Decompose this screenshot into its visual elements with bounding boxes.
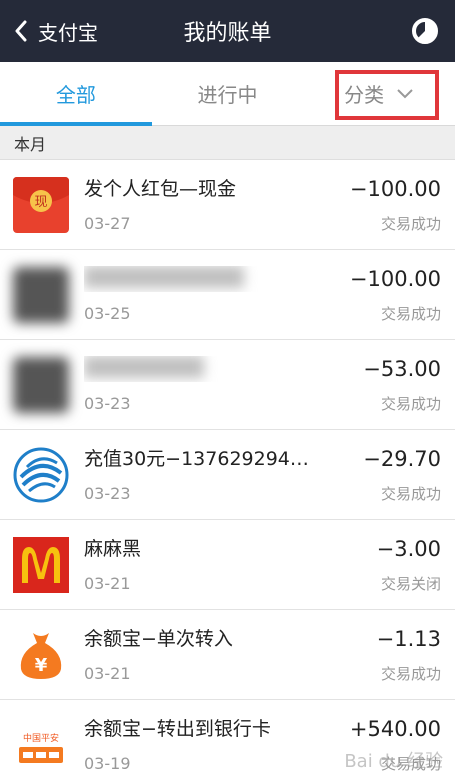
transaction-status: 交易关闭 [380, 575, 441, 593]
transaction-row[interactable]: 中国平安 余额宝−转出到银行卡 03-19 +540.00 交易成功 [0, 700, 455, 781]
bank-logo-text: 中国平安 [23, 732, 59, 744]
transaction-name: 余额宝−转出到银行卡 [84, 718, 271, 740]
tab-category-label: 分类 [344, 83, 385, 107]
tab-bar: 全部 进行中 分类 [0, 62, 455, 126]
china-mobile-icon [13, 447, 69, 503]
pie-chart-icon[interactable] [411, 17, 439, 45]
transaction-name: 余额宝−单次转入 [84, 628, 233, 650]
transaction-status: 交易成功 [380, 215, 441, 233]
transaction-amount: +540.00 [349, 717, 441, 741]
transaction-row[interactable]: M 麻麻黑 03-21 −3.00 交易关闭 [0, 520, 455, 610]
chevron-down-icon [397, 88, 413, 98]
back-button[interactable]: 支付宝 [0, 0, 98, 62]
transaction-amount: −3.00 [376, 537, 441, 561]
transaction-name: 发个人红包—现金 [84, 178, 237, 200]
tab-in-progress-label: 进行中 [197, 83, 258, 107]
transaction-list: 现 发个人红包—现金 03-27 −100.00 交易成功 03-25 −100… [0, 160, 455, 781]
transaction-status: 交易成功 [380, 395, 441, 413]
transaction-status: 交易成功 [380, 305, 441, 323]
transaction-name: 充值30元−137629294… [84, 448, 309, 470]
transaction-amount: −53.00 [363, 357, 441, 381]
money-bag-icon: ¥ [13, 627, 69, 683]
transaction-name [84, 356, 324, 382]
section-header: 本月 [0, 126, 455, 160]
transaction-row[interactable]: ¥ 余额宝−单次转入 03-21 −1.13 交易成功 [0, 610, 455, 700]
navbar: 支付宝 我的账单 [0, 0, 455, 62]
transaction-amount: −100.00 [349, 177, 441, 201]
tab-category[interactable]: 分类 [303, 62, 455, 125]
red-envelope-icon: 现 [13, 176, 69, 233]
transaction-status: 交易成功 [380, 485, 441, 503]
red-envelope-char: 现 [34, 195, 47, 210]
section-label: 本月 [14, 134, 47, 154]
tab-in-progress[interactable]: 进行中 [152, 62, 304, 125]
transaction-amount: −1.13 [376, 627, 441, 651]
transaction-row[interactable]: 充值30元−137629294… 03-23 −29.70 交易成功 [0, 430, 455, 520]
blurred-avatar-icon [13, 356, 69, 413]
transaction-row[interactable]: 现 发个人红包—现金 03-27 −100.00 交易成功 [0, 160, 455, 250]
tab-all-label: 全部 [55, 83, 96, 107]
transaction-name: 麻麻黑 [84, 538, 142, 560]
yen-glyph: ¥ [35, 655, 48, 676]
blurred-avatar-icon [13, 266, 69, 323]
transaction-row[interactable]: 03-25 −100.00 交易成功 [0, 250, 455, 340]
transaction-status: 交易成功 [380, 755, 441, 773]
tab-all[interactable]: 全部 [0, 62, 152, 126]
transaction-row[interactable]: 03-23 −53.00 交易成功 [0, 340, 455, 430]
transaction-amount: −100.00 [349, 267, 441, 291]
back-label: 支付宝 [38, 20, 98, 45]
ping-an-bank-icon: 中国平安 [13, 716, 69, 773]
transaction-name [84, 266, 324, 292]
transaction-amount: −29.70 [363, 447, 441, 471]
transaction-status: 交易成功 [380, 665, 441, 683]
chevron-left-icon [15, 20, 27, 42]
mcdonalds-icon: M [13, 536, 69, 593]
